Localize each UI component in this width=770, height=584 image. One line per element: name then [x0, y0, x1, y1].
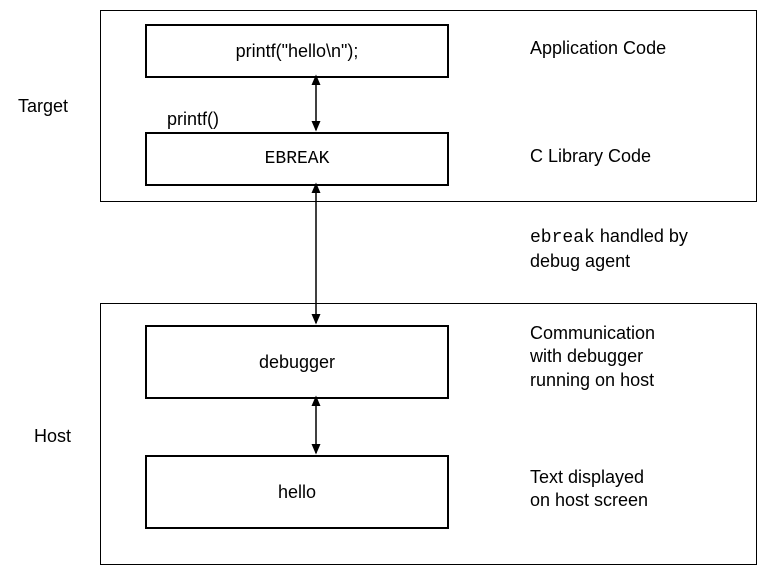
target-label: Target — [18, 95, 68, 118]
printf-function-label: printf() — [167, 108, 219, 131]
ebreak-box: EBREAK — [145, 132, 449, 186]
debugger-box: debugger — [145, 325, 449, 399]
ebreak-text: EBREAK — [265, 149, 330, 169]
ebreak-handled-line2: debug agent — [530, 251, 630, 271]
host-label: Host — [34, 425, 71, 448]
ebreak-mono: ebreak — [530, 228, 595, 248]
application-code-box: printf("hello\n"); — [145, 24, 449, 78]
c-library-desc: C Library Code — [530, 145, 651, 168]
diagram-stage: Target Host printf("hello\n"); Applicati… — [0, 0, 770, 584]
ebreak-handled-post: handled by — [595, 226, 688, 246]
application-code-text: printf("hello\n"); — [236, 41, 359, 62]
hello-desc: Text displayed on host screen — [530, 466, 648, 513]
debugger-text: debugger — [259, 352, 335, 373]
application-code-desc: Application Code — [530, 37, 666, 60]
debugger-desc: Communication with debugger running on h… — [530, 322, 655, 392]
ebreak-handled-desc: ebreak handled by debug agent — [530, 225, 688, 274]
hello-box: hello — [145, 455, 449, 529]
hello-text: hello — [278, 482, 316, 503]
